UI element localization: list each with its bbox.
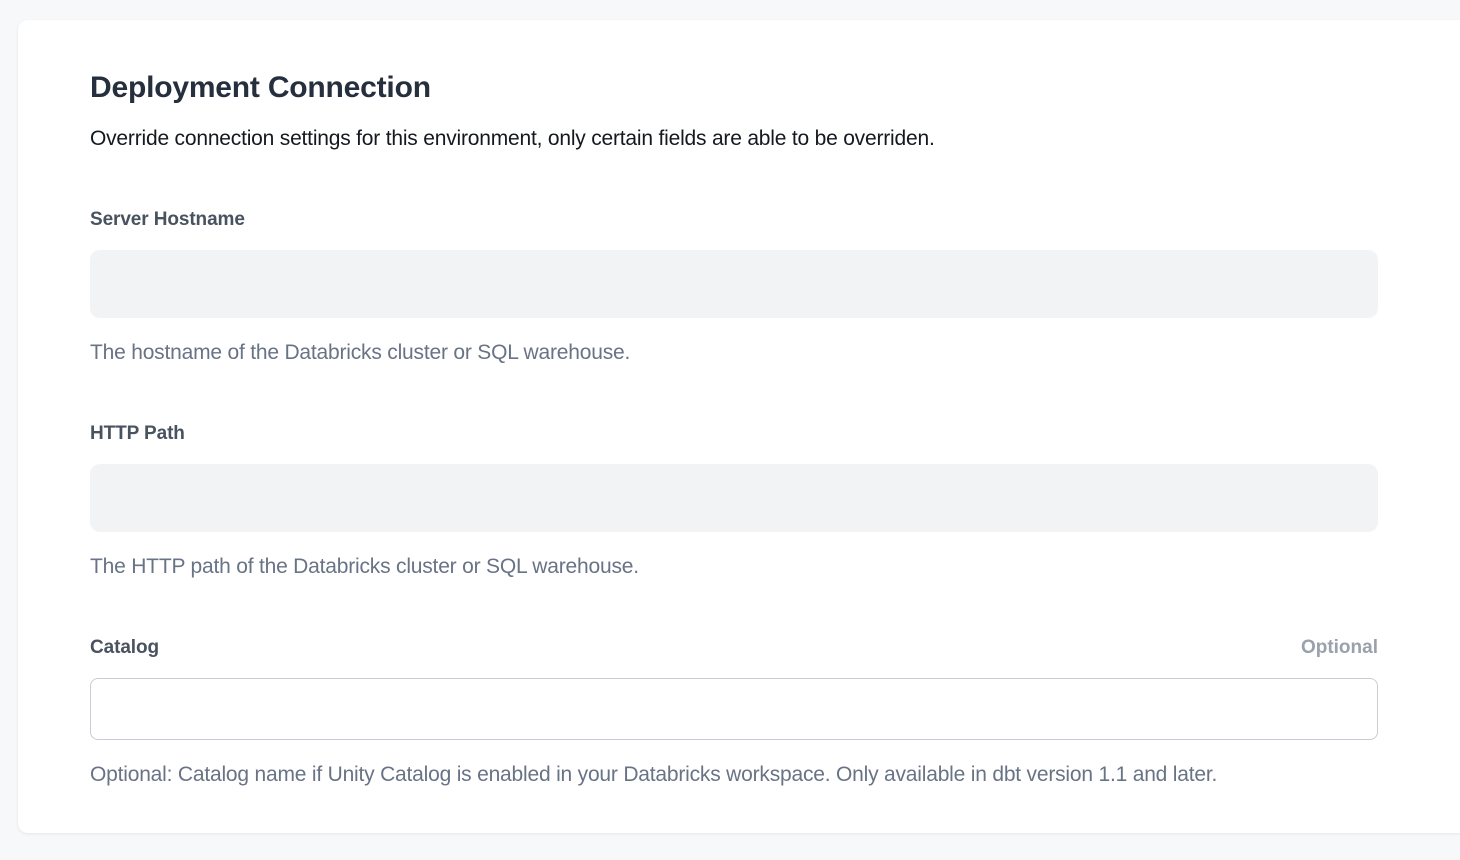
page-subtitle: Override connection settings for this en… [90,125,1378,152]
catalog-optional-tag: Optional [1301,636,1378,660]
http-path-input [90,464,1378,532]
field-http-path: HTTP Path The HTTP path of the Databrick… [90,422,1378,580]
catalog-label: Catalog [90,636,159,660]
server-hostname-input [90,250,1378,318]
server-hostname-label: Server Hostname [90,208,245,232]
field-catalog: Catalog Optional Optional: Catalog name … [90,636,1378,788]
http-path-label: HTTP Path [90,422,185,446]
deployment-connection-card: Deployment Connection Override connectio… [18,20,1460,833]
catalog-helper: Optional: Catalog name if Unity Catalog … [90,761,1378,788]
catalog-input[interactable] [90,678,1378,740]
server-hostname-helper: The hostname of the Databricks cluster o… [90,339,1378,366]
field-server-hostname: Server Hostname The hostname of the Data… [90,208,1378,366]
http-path-helper: The HTTP path of the Databricks cluster … [90,553,1378,580]
page-title: Deployment Connection [90,69,1378,107]
